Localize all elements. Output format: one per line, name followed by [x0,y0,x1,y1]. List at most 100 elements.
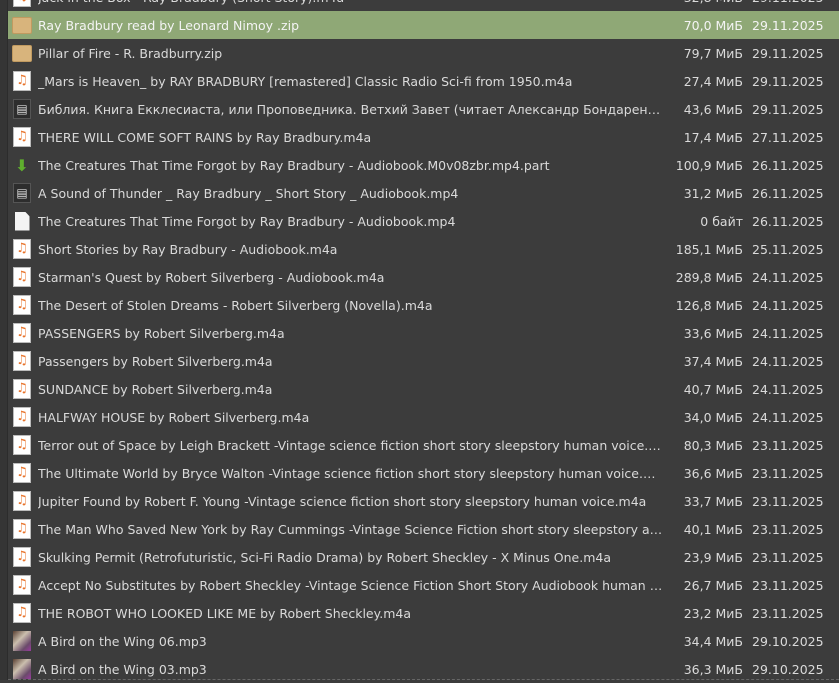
file-row[interactable]: ♫ Starman's Quest by Robert Silverberg - … [8,263,839,291]
album-art-icon [12,659,32,679]
file-name: Short Stories by Ray Bradbury - Audioboo… [38,241,338,257]
audio-file-icon: ♫ [12,379,32,399]
file-row[interactable]: ♫ The Ultimate World by Bryce Walton -Vin… [8,459,839,487]
file-date: 29.11.2025 [752,73,824,89]
file-row[interactable]: ♫ THERE WILL COME SOFT RAINS by Ray Bradb… [8,123,839,151]
file-name: Passengers by Robert Silverberg.m4a [38,353,273,369]
file-size: 31,2 МиБ [683,185,743,201]
file-date: 24.11.2025 [752,325,824,341]
file-size: 34,0 МиБ [683,409,743,425]
file-size: 40,1 МиБ [683,521,743,537]
file-size: 70,0 МиБ [683,17,743,33]
audio-file-icon: ♫ [12,407,32,427]
audio-file-icon: ♫ [12,519,32,539]
file-row[interactable]: ♫ The Desert of Stolen Dreams - Robert Si… [8,291,839,319]
audio-file-icon: ♫ [12,323,32,343]
audio-file-icon: ♫ [12,239,32,259]
file-name: PASSENGERS by Robert Silverberg.m4a [38,325,285,341]
file-date: 24.11.2025 [752,353,824,369]
file-name: The Creatures That Time Forgot by Ray Br… [38,213,456,229]
album-art-icon [12,631,32,651]
audio-file-icon: ♫ [12,547,32,567]
file-date: 25.11.2025 [752,241,824,257]
file-date: 26.11.2025 [752,157,824,173]
file-row[interactable]: ♫ HALFWAY HOUSE by Robert Silverberg.m4a 3… [8,403,839,431]
file-date: 26.11.2025 [752,185,824,201]
file-name: Jupiter Found by Robert F. Young -Vintag… [38,493,647,509]
file-name: The Desert of Stolen Dreams - Robert Sil… [38,297,433,313]
download-icon: ⬇ [15,155,29,175]
audio-file-icon: ♫ [12,435,32,455]
file-row[interactable]: A Bird on the Wing 06.mp3 34,4 МиБ 29.10.2… [8,627,839,655]
file-date: 23.11.2025 [752,577,824,593]
audio-file-icon: ♫ [12,351,32,371]
file-date: 29.11.2025 [752,0,824,5]
audio-file-icon: ♫ [12,463,32,483]
file-size: 23,2 МиБ [683,605,743,621]
file-row[interactable]: ♫ The Man Who Saved New York by Ray Cummi… [8,515,839,543]
file-name: THE ROBOT WHO LOOKED LIKE ME by Robert S… [38,605,411,621]
file-name: A Sound of Thunder _ Ray Bradbury _ Shor… [38,185,459,201]
file-row[interactable]: ⬇ The Creatures That Time Forgot by Ray B… [8,151,839,179]
file-size: 43,6 МиБ [683,101,743,117]
file-row[interactable]: The Creatures That Time Forgot by Ray Br… [8,207,839,235]
file-date: 24.11.2025 [752,297,824,313]
audio-file-icon: ♫ [12,127,32,147]
file-size: 80,3 МиБ [683,437,743,453]
archive-icon [12,15,32,35]
file-size: 37,4 МиБ [683,353,743,369]
file-name: A Bird on the Wing 03.mp3 [38,661,207,677]
file-size: 34,4 МиБ [683,633,743,649]
file-date: 23.11.2025 [752,521,824,537]
file-name: Starman's Quest by Robert Silverberg - A… [38,269,385,285]
file-size: 27,4 МиБ [683,73,743,89]
file-size: 79,7 МиБ [683,45,743,61]
file-size: 36,6 МиБ [683,465,743,481]
file-size: 185,1 МиБ [675,241,743,257]
audio-file-icon: ♫ [12,0,32,7]
file-row[interactable]: ♫ Jack in the Box - Ray Bradbury (Short S… [8,0,839,11]
audio-file-icon: ♫ [12,603,32,623]
file-row[interactable]: Ray Bradbury read by Leonard Nimoy .zip 7… [8,11,839,39]
file-row[interactable]: ▤ A Sound of Thunder _ Ray Bradbury _ Sho… [8,179,839,207]
file-name: The Creatures That Time Forgot by Ray Br… [38,157,550,173]
audio-file-icon: ♫ [12,491,32,511]
file-date: 23.11.2025 [752,605,824,621]
file-name: Jack in the Box - Ray Bradbury (Short St… [38,0,663,5]
file-size: 23,9 МиБ [683,549,743,565]
file-name: SUNDANCE by Robert Silverberg.m4a [38,381,273,397]
audio-file-icon: ♫ [12,267,32,287]
file-name: The Ultimate World by Bryce Walton -Vint… [38,465,663,481]
file-row[interactable]: ♫ Accept No Substitutes by Robert Sheckle… [8,571,839,599]
audio-file-icon: ♫ [12,575,32,595]
file-date: 27.11.2025 [752,129,824,145]
file-name: Ray Bradbury read by Leonard Nimoy .zip [38,17,299,33]
file-size: 33,7 МиБ [683,493,743,509]
audio-file-icon: ♫ [12,71,32,91]
file-date: 23.11.2025 [752,493,824,509]
file-size: 26,7 МиБ [683,577,743,593]
file-row[interactable]: ♫ Terror out of Space by Leigh Brackett -… [8,431,839,459]
file-name: Skulking Permit (Retrofuturistic, Sci-Fi… [38,549,611,565]
file-size: 289,8 МиБ [675,269,743,285]
file-row[interactable]: ♫ PASSENGERS by Robert Silverberg.m4a 33,6… [8,319,839,347]
file-row[interactable]: ♫ Jupiter Found by Robert F. Young -Vinta… [8,487,839,515]
file-name: THERE WILL COME SOFT RAINS by Ray Bradbu… [38,129,372,145]
file-name: The Man Who Saved New York by Ray Cummin… [38,521,663,537]
sidebar-edge [0,0,8,680]
video-file-icon: ▤ [12,183,32,203]
file-name: Библия. Книга Екклесиаста, или Проповедн… [38,101,663,117]
file-name: HALFWAY HOUSE by Robert Silverberg.m4a [38,409,310,425]
file-row[interactable]: Pillar of Fire - R. Bradburry.zip 79,7 Ми… [8,39,839,67]
file-row[interactable]: ♫ SUNDANCE by Robert Silverberg.m4a 40,7 М… [8,375,839,403]
file-row[interactable]: ▤ Библия. Книга Екклесиаста, или Проповед… [8,95,839,123]
file-name: Pillar of Fire - R. Bradburry.zip [38,45,223,61]
file-row[interactable]: ♫ Short Stories by Ray Bradbury - Audiobo… [8,235,839,263]
file-row[interactable]: ♫ Passengers by Robert Silverberg.m4a 37,4… [8,347,839,375]
file-date: 24.11.2025 [752,269,824,285]
file-row[interactable]: ♫ _Mars is Heaven_ by RAY BRADBURY [remas… [8,67,839,95]
file-row[interactable]: ♫ Skulking Permit (Retrofuturistic, Sci-F… [8,543,839,571]
file-row[interactable]: ♫ THE ROBOT WHO LOOKED LIKE ME by Robert … [8,599,839,627]
archive-icon [12,43,32,63]
file-size: 17,4 МиБ [683,129,743,145]
